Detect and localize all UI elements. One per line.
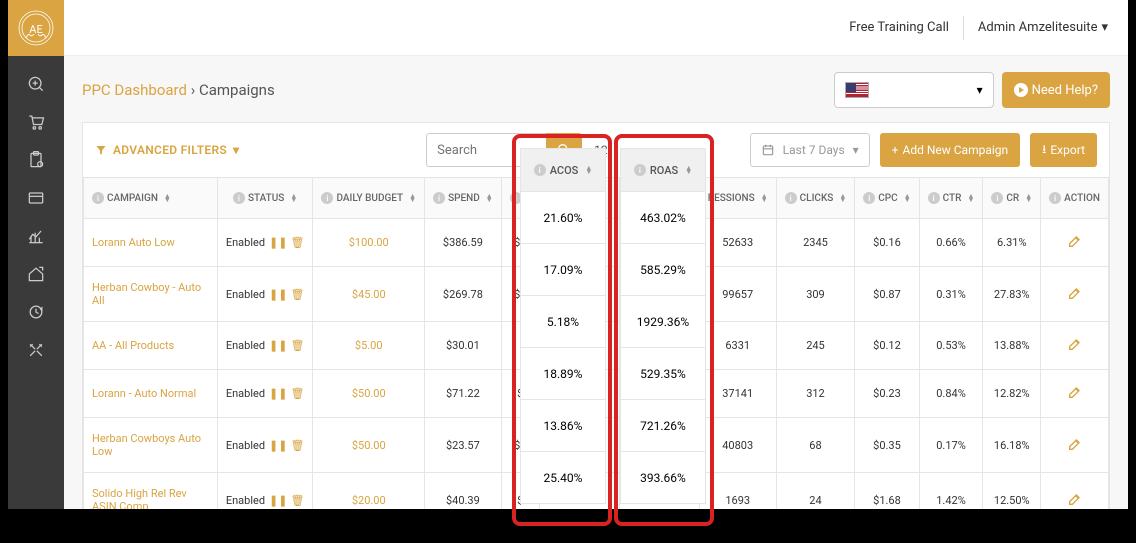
status-cell: Enabled❚❚🗑 [217,418,313,473]
nav-tools-icon[interactable] [26,340,46,360]
budget-cell[interactable]: $20.00 [313,473,425,510]
chevron-down-icon: ▾ [1101,20,1108,35]
edit-action[interactable] [1041,473,1109,510]
download-icon: ⭳ [1042,140,1046,161]
campaign-link[interactable]: Lorann - Auto Normal [84,370,218,418]
status-cell: Enabled❚❚🗑 [217,322,313,370]
roas-column-header[interactable]: iROAS▲▼ [620,148,706,192]
budget-cell[interactable]: $50.00 [313,418,425,473]
edit-action[interactable] [1041,418,1109,473]
campaign-link[interactable]: Herban Cowboy - Auto All [84,267,218,322]
edit-action[interactable] [1041,322,1109,370]
breadcrumb: PPC Dashboard › Campaigns [82,81,275,99]
status-cell: Enabled❚❚🗑 [217,473,313,510]
campaign-link[interactable]: Lorann Auto Low [84,219,218,267]
acos-cell: 21.60% [520,192,606,244]
date-range-select[interactable]: Last 7 Days ▾ [750,133,870,167]
acos-cell: 17.09% [520,244,606,296]
sidebar: AE [8,0,64,509]
campaign-link[interactable]: Herban Cowboys Auto Low [84,418,218,473]
edit-action[interactable] [1041,267,1109,322]
roas-cell: 1929.36% [620,296,706,348]
roas-cell: 721.26% [620,400,706,452]
roas-cell: 585.29% [620,244,706,296]
training-link[interactable]: Free Training Call [849,20,949,35]
pause-icon[interactable]: ❚❚ [269,288,287,301]
campaign-link[interactable]: AA - All Products [84,322,218,370]
nav-refresh-icon[interactable] [26,302,46,322]
svg-text:AE: AE [29,23,42,36]
pause-icon[interactable]: ❚❚ [269,387,287,400]
play-icon [1014,83,1028,97]
budget-cell[interactable]: $50.00 [313,370,425,418]
add-campaign-button[interactable]: +Add New Campaign [880,133,1020,167]
nav-home-icon[interactable] [26,264,46,284]
trash-icon[interactable]: 🗑 [290,494,304,507]
status-cell: Enabled❚❚🗑 [217,267,313,322]
trash-icon[interactable]: 🗑 [290,339,304,352]
export-button[interactable]: ⭳Export [1030,133,1097,167]
nav-target-icon[interactable] [26,74,46,94]
trash-icon[interactable]: 🗑 [290,236,304,249]
budget-cell[interactable]: $45.00 [313,267,425,322]
acos-cell: 13.86% [520,400,606,452]
status-cell: Enabled❚❚🗑 [217,370,313,418]
campaign-link[interactable]: Solido High Rel Rev ASIN Comp [84,473,218,510]
nav-clipboard-icon[interactable] [26,150,46,170]
breadcrumb-current: Campaigns [199,81,275,99]
chevron-down-icon: ▾ [853,143,859,157]
need-help-button[interactable]: Need Help? [1002,72,1110,108]
pause-icon[interactable]: ❚❚ [269,236,287,249]
trash-icon[interactable]: 🗑 [290,439,304,452]
chevron-down-icon: ▾ [233,143,239,157]
logo[interactable]: AE [8,0,64,56]
budget-cell[interactable]: $5.00 [313,322,425,370]
status-cell: Enabled❚❚🗑 [217,219,313,267]
trash-icon[interactable]: 🗑 [290,387,304,400]
acos-cell: 5.18% [520,296,606,348]
acos-column-header[interactable]: iACOS▲▼ [520,148,606,192]
user-menu[interactable]: Admin Amzelitesuite ▾ [978,20,1108,35]
pause-icon[interactable]: ❚❚ [269,339,287,352]
trash-icon[interactable]: 🗑 [290,288,304,301]
nav-window-icon[interactable] [26,188,46,208]
edit-action[interactable] [1041,370,1109,418]
nav-cart-icon[interactable] [26,112,46,132]
pause-icon[interactable]: ❚❚ [269,494,287,507]
budget-cell[interactable]: $100.00 [313,219,425,267]
chevron-down-icon: ▾ [977,83,983,97]
advanced-filters-toggle[interactable]: ADVANCED FILTERS ▾ [95,143,239,157]
edit-action[interactable] [1041,219,1109,267]
roas-cell: 463.02% [620,192,706,244]
country-select[interactable]: ▾ [834,72,994,108]
nav-chart-icon[interactable] [26,226,46,246]
roas-cell: 393.66% [620,452,706,504]
flag-us-icon [845,82,869,98]
breadcrumb-root[interactable]: PPC Dashboard [82,81,187,99]
roas-cell: 529.35% [620,348,706,400]
topbar: Free Training Call Admin Amzelitesuite ▾ [64,0,1128,56]
pause-icon[interactable]: ❚❚ [269,439,287,452]
acos-cell: 25.40% [520,452,606,504]
acos-cell: 18.89% [520,348,606,400]
